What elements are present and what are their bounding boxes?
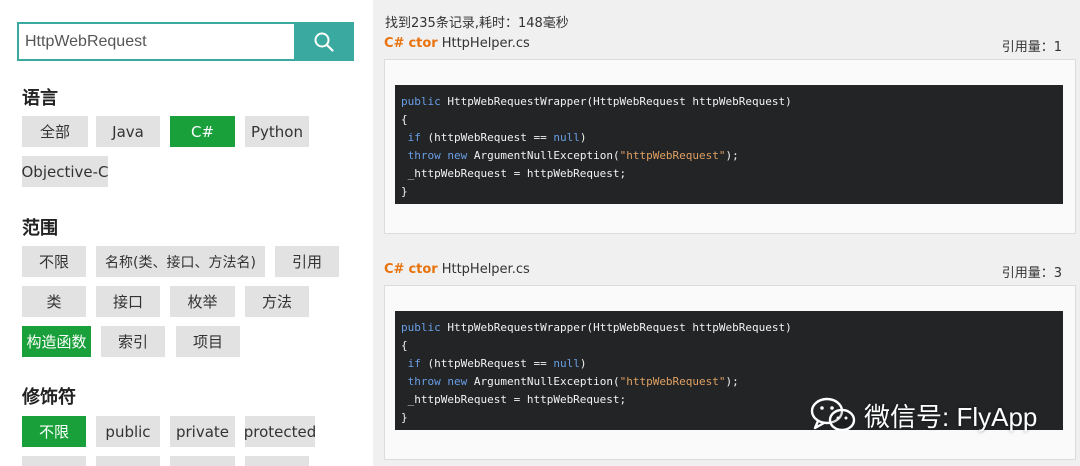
modifier-option-row2[interactable] xyxy=(170,456,235,466)
wechat-watermark: 微信号: FlyApp xyxy=(810,396,1037,434)
scope-option-indexer[interactable]: 索引 xyxy=(101,326,165,357)
result-header: C# ctor HttpHelper.cs 引用量：1 xyxy=(384,36,1074,55)
scope-section-title: 范围 xyxy=(22,218,58,239)
result-header: C# ctor HttpHelper.cs 引用量：3 xyxy=(384,262,1074,281)
language-option-all[interactable]: 全部 xyxy=(22,116,88,147)
scope-option-any[interactable]: 不限 xyxy=(22,246,86,277)
modifier-option-row2[interactable] xyxy=(245,456,309,466)
result-card: public HttpWebRequestWrapper(HttpWebRequ… xyxy=(384,59,1076,234)
scope-option-interface[interactable]: 接口 xyxy=(96,286,160,317)
language-option-java[interactable]: Java xyxy=(96,116,160,147)
result-language: C# xyxy=(384,262,405,277)
scope-option-constructor[interactable]: 构造函数 xyxy=(22,326,91,357)
scope-option-enum[interactable]: 枚举 xyxy=(170,286,235,317)
wechat-icon xyxy=(810,397,856,432)
search-button[interactable] xyxy=(294,22,354,61)
modifier-section-title: 修饰符 xyxy=(22,387,76,408)
results-panel: 找到235条记录,耗时：148毫秒 C# ctor HttpHelper.cs 引用… xyxy=(373,0,1080,466)
code-snippet: public HttpWebRequestWrapper(HttpWebRequ… xyxy=(395,85,1063,204)
result-file-link[interactable]: HttpHelper.cs xyxy=(442,262,530,277)
language-option-csharp[interactable]: C# xyxy=(170,116,235,147)
modifier-option-any[interactable]: 不限 xyxy=(22,416,86,447)
modifier-option-row2[interactable] xyxy=(96,456,160,466)
result-file-link[interactable]: HttpHelper.cs xyxy=(442,36,530,51)
scope-option-name[interactable]: 名称(类、接口、方法名) xyxy=(96,246,265,277)
modifier-option-private[interactable]: private xyxy=(170,416,235,447)
scope-option-reference[interactable]: 引用 xyxy=(275,246,339,277)
reference-count: 引用量：3 xyxy=(1001,266,1062,281)
search-input[interactable] xyxy=(17,22,294,61)
search-bar xyxy=(17,22,354,61)
filter-sidebar: 语言 全部 Java C# Python Objective-C 范围 不限 名… xyxy=(0,0,372,466)
result-summary: 找到235条记录,耗时：148毫秒 xyxy=(385,16,569,31)
result-language: C# xyxy=(384,36,405,51)
modifier-option-protected[interactable]: protected xyxy=(244,416,316,447)
watermark-text: 微信号: FlyApp xyxy=(864,401,1038,432)
scope-option-project[interactable]: 项目 xyxy=(176,326,240,357)
language-option-objective-c[interactable]: Objective-C xyxy=(22,156,109,187)
scope-option-method[interactable]: 方法 xyxy=(245,286,309,317)
modifier-option-public[interactable]: public xyxy=(96,416,160,447)
modifier-option-row2[interactable] xyxy=(22,456,86,466)
reference-count: 引用量：1 xyxy=(1001,40,1062,55)
result-kind: ctor xyxy=(408,262,438,277)
language-option-python[interactable]: Python xyxy=(245,116,309,147)
result-kind: ctor xyxy=(408,36,438,51)
language-section-title: 语言 xyxy=(22,88,58,109)
scope-option-class[interactable]: 类 xyxy=(22,286,86,317)
search-icon xyxy=(314,32,334,52)
